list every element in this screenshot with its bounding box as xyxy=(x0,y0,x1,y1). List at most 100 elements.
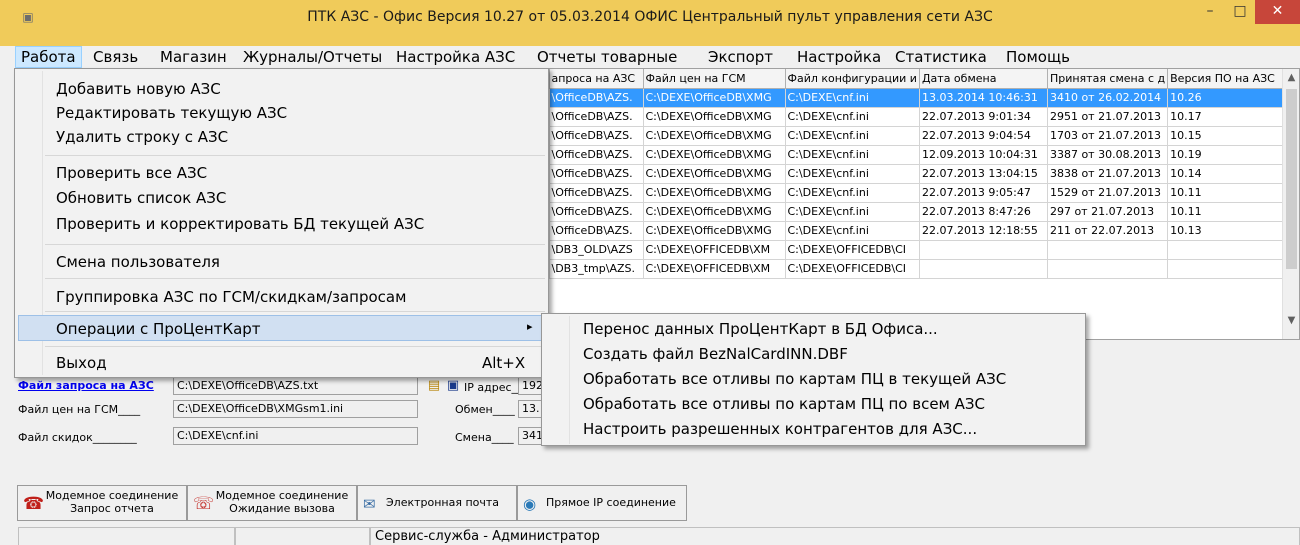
table-cell[interactable]: C:\DEXE\OFFICEDB\CI xyxy=(785,240,920,260)
table-cell[interactable]: 10.13 xyxy=(1167,221,1286,241)
request-file-link[interactable]: Файл запроса на АЗС xyxy=(18,379,154,392)
table-cell[interactable]: \OfficeDB\AZS. xyxy=(549,107,644,127)
table-cell[interactable] xyxy=(919,259,1048,279)
open-folder-icon[interactable]: ▤ xyxy=(426,378,442,394)
menu-statistics[interactable]: Статистика xyxy=(890,46,992,68)
table-cell[interactable] xyxy=(1167,240,1286,260)
menu-check-all-azs[interactable]: Проверить все АЗС xyxy=(56,164,207,182)
table-cell[interactable]: C:\DEXE\cnf.ini xyxy=(785,88,920,108)
table-cell[interactable]: C:\DEXE\OfficeDB\XMG xyxy=(643,202,786,222)
menu-goods-reports[interactable]: Отчеты товарные xyxy=(532,46,682,68)
maximize-button[interactable]: □ xyxy=(1225,0,1255,24)
menu-change-user[interactable]: Смена пользователя xyxy=(56,253,220,271)
table-cell[interactable]: 10.26 xyxy=(1167,88,1286,108)
modem-wait-button[interactable]: ☏ Модемное соединение Ожидание вызова xyxy=(187,485,357,521)
grid-vertical-scrollbar[interactable]: ▲ ▼ xyxy=(1282,69,1299,339)
menu-azs-settings[interactable]: Настройка АЗС xyxy=(391,46,520,68)
menu-add-azs[interactable]: Добавить новую АЗС xyxy=(56,80,221,98)
table-cell[interactable]: \OfficeDB\AZS. xyxy=(549,164,644,184)
menu-connection[interactable]: Связь xyxy=(88,46,143,68)
table-cell[interactable] xyxy=(919,240,1048,260)
table-cell[interactable]: C:\DEXE\OfficeDB\XMG xyxy=(643,107,786,127)
table-cell[interactable]: 22.07.2013 8:47:26 xyxy=(919,202,1048,222)
table-cell[interactable]: 10.15 xyxy=(1167,126,1286,146)
save-icon[interactable]: ▣ xyxy=(445,378,461,394)
table-cell[interactable]: C:\DEXE\cnf.ini xyxy=(785,145,920,165)
menu-export[interactable]: Экспорт xyxy=(703,46,778,68)
table-cell[interactable]: C:\DEXE\cnf.ini xyxy=(785,202,920,222)
table-cell[interactable]: \OfficeDB\AZS. xyxy=(549,145,644,165)
table-cell[interactable]: C:\DEXE\OfficeDB\XMG xyxy=(643,88,786,108)
submenu-create-file[interactable]: Создать файл BezNalCardINN.DBF xyxy=(583,345,848,363)
grid-header-accepted-shift[interactable]: Принятая смена с д xyxy=(1047,69,1169,89)
table-cell[interactable]: 22.07.2013 9:01:34 xyxy=(919,107,1048,127)
table-cell[interactable]: 12.09.2013 10:04:31 xyxy=(919,145,1048,165)
menu-exit[interactable]: Выход xyxy=(56,354,107,372)
close-button[interactable]: ✕ xyxy=(1255,0,1300,24)
table-cell[interactable]: 2951 от 21.07.2013 xyxy=(1047,107,1169,127)
submenu-transfer-data[interactable]: Перенос данных ПроЦентКарт в БД Офиса... xyxy=(583,320,938,338)
table-cell[interactable]: C:\DEXE\OfficeDB\XMG xyxy=(643,221,786,241)
scroll-down-icon[interactable]: ▼ xyxy=(1283,312,1300,329)
menu-edit-azs[interactable]: Редактировать текущую АЗС xyxy=(56,104,287,122)
table-cell[interactable]: 13.03.2014 10:46:31 xyxy=(919,88,1048,108)
grid-header-request-file[interactable]: апроса на АЗС xyxy=(549,69,644,89)
table-cell[interactable]: 211 от 22.07.2013 xyxy=(1047,221,1169,241)
table-cell[interactable]: 22.07.2013 9:04:54 xyxy=(919,126,1048,146)
menu-work[interactable]: Работа xyxy=(15,46,82,68)
table-cell[interactable]: C:\DEXE\OfficeDB\XMG xyxy=(643,183,786,203)
submenu-process-current-azs[interactable]: Обработать все отливы по картам ПЦ в тек… xyxy=(583,370,1006,388)
request-file-label[interactable]: Файл запроса на АЗС xyxy=(18,379,154,392)
table-cell[interactable]: C:\DEXE\cnf.ini xyxy=(785,107,920,127)
table-cell[interactable]: C:\DEXE\OFFICEDB\XM xyxy=(643,259,786,279)
grid-header-config-file[interactable]: Файл конфигурации и xyxy=(785,69,920,89)
grid-header-software-version[interactable]: Версия ПО на АЗС xyxy=(1167,69,1286,89)
table-cell[interactable]: C:\DEXE\cnf.ini xyxy=(785,164,920,184)
modem-report-button[interactable]: ☎ Модемное соединение Запрос отчета xyxy=(17,485,187,521)
table-cell[interactable]: 22.07.2013 12:18:55 xyxy=(919,221,1048,241)
title-bar[interactable]: ▣ ПТК АЗС - Офис Версия 10.27 от 05.03.2… xyxy=(0,0,1300,46)
scroll-thumb[interactable] xyxy=(1286,89,1297,269)
grid-header-prices-file[interactable]: Файл цен на ГСМ xyxy=(643,69,786,89)
submenu-process-all-azs[interactable]: Обработать все отливы по картам ПЦ по вс… xyxy=(583,395,985,413)
table-cell[interactable]: C:\DEXE\OfficeDB\XMG xyxy=(643,164,786,184)
menu-check-correct-db[interactable]: Проверить и корректировать БД текущей АЗ… xyxy=(56,215,424,233)
table-cell[interactable]: 297 от 21.07.2013 xyxy=(1047,202,1169,222)
menu-settings[interactable]: Настройка xyxy=(792,46,886,68)
menu-journals-reports[interactable]: Журналы/Отчеты xyxy=(238,46,387,68)
table-cell[interactable]: 10.11 xyxy=(1167,183,1286,203)
table-cell[interactable]: 10.17 xyxy=(1167,107,1286,127)
menu-shop[interactable]: Магазин xyxy=(155,46,232,68)
table-cell[interactable]: \OfficeDB\AZS. xyxy=(549,88,644,108)
prices-file-field[interactable]: C:\DEXE\OfficeDB\XMGsm1.ini xyxy=(173,400,418,418)
menu-delete-azs[interactable]: Удалить строку с АЗС xyxy=(56,128,228,146)
table-cell[interactable]: 22.07.2013 9:05:47 xyxy=(919,183,1048,203)
email-button[interactable]: ✉ Электронная почта xyxy=(357,485,517,521)
table-cell[interactable]: 22.07.2013 13:04:15 xyxy=(919,164,1048,184)
scroll-up-icon[interactable]: ▲ xyxy=(1283,69,1300,86)
table-cell[interactable]: 3387 от 30.08.2013 xyxy=(1047,145,1169,165)
table-cell[interactable]: C:\DEXE\cnf.ini xyxy=(785,221,920,241)
table-cell[interactable]: 3838 от 21.07.2013 xyxy=(1047,164,1169,184)
table-cell[interactable]: \OfficeDB\AZS. xyxy=(549,126,644,146)
table-cell[interactable]: C:\DEXE\OfficeDB\XMG xyxy=(643,126,786,146)
table-cell[interactable] xyxy=(1047,259,1169,279)
table-cell[interactable]: \OfficeDB\AZS. xyxy=(549,183,644,203)
minimize-button[interactable]: – xyxy=(1195,0,1225,24)
menu-group-azs[interactable]: Группировка АЗС по ГСМ/скидкам/запросам xyxy=(56,288,406,306)
table-cell[interactable]: C:\DEXE\OFFICEDB\XM xyxy=(643,240,786,260)
menu-refresh-azs-list[interactable]: Обновить список АЗС xyxy=(56,189,226,207)
table-cell[interactable]: 1703 от 21.07.2013 xyxy=(1047,126,1169,146)
table-cell[interactable]: \OfficeDB\AZS. xyxy=(549,221,644,241)
menu-procentcart-ops[interactable]: Операции с ПроЦентКарт xyxy=(56,320,261,338)
direct-ip-button[interactable]: ◉ Прямое IP соединение xyxy=(517,485,687,521)
table-cell[interactable]: \OfficeDB\AZS. xyxy=(549,202,644,222)
table-cell[interactable]: C:\DEXE\OfficeDB\XMG xyxy=(643,145,786,165)
table-cell[interactable]: C:\DEXE\OFFICEDB\CI xyxy=(785,259,920,279)
menu-help[interactable]: Помощь xyxy=(1001,46,1075,68)
submenu-configure-contractors[interactable]: Настроить разрешенных контрагентов для А… xyxy=(583,420,977,438)
table-cell[interactable]: 1529 от 21.07.2013 xyxy=(1047,183,1169,203)
table-cell[interactable]: 10.19 xyxy=(1167,145,1286,165)
table-cell[interactable]: \DB3_tmp\AZS. xyxy=(549,259,644,279)
table-cell[interactable]: 3410 от 26.02.2014 xyxy=(1047,88,1169,108)
